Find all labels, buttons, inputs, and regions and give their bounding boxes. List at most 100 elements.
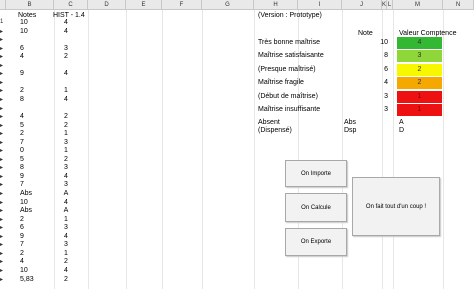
- cell-note[interactable]: 0: [20, 147, 50, 154]
- cell-hist[interactable]: 2: [58, 258, 74, 265]
- row-marker[interactable]: ▸: [0, 147, 6, 154]
- cell-note[interactable]: 2: [20, 250, 50, 257]
- version-label[interactable]: (Version : Prototype): [258, 12, 322, 19]
- special-absent-label[interactable]: Absent: [258, 119, 280, 126]
- cell-hist[interactable]: 1: [58, 250, 74, 257]
- row-marker[interactable]: ▸: [0, 164, 6, 171]
- cell-note[interactable]: 8: [20, 164, 50, 171]
- col-header-e[interactable]: E: [126, 0, 162, 10]
- row-marker[interactable]: ▸: [0, 105, 6, 112]
- cell-hist[interactable]: 2: [58, 113, 74, 120]
- special-absent-value[interactable]: A: [399, 119, 404, 126]
- cell-note[interactable]: 8: [20, 96, 50, 103]
- level-valeur[interactable]: 1: [397, 91, 442, 103]
- cell-note[interactable]: 10: [20, 199, 50, 206]
- cell-hist[interactable]: 3: [58, 241, 74, 248]
- row-marker[interactable]: ▸: [0, 207, 6, 214]
- level-label[interactable]: Maîtrise insuffisante: [258, 106, 320, 113]
- row-marker[interactable]: ▸: [0, 139, 6, 146]
- row-marker[interactable]: ▸: [0, 70, 6, 77]
- cell-note[interactable]: 2: [20, 130, 50, 137]
- level-note[interactable]: 6: [372, 66, 388, 73]
- cell-note[interactable]: 6: [20, 224, 50, 231]
- cell-hist[interactable]: 4: [58, 96, 74, 103]
- calculate-button[interactable]: On Calcule: [285, 193, 347, 222]
- cell-hist[interactable]: 4: [58, 199, 74, 206]
- cell-hist[interactable]: 3: [58, 224, 74, 231]
- cell-hist[interactable]: 4: [58, 267, 74, 274]
- cell-hist[interactable]: 4: [58, 28, 74, 35]
- note-header[interactable]: Note: [358, 30, 373, 37]
- cell-hist[interactable]: 3: [58, 164, 74, 171]
- cell-hist[interactable]: 2: [58, 276, 74, 283]
- col-header-j[interactable]: J: [342, 0, 382, 10]
- cell-hist[interactable]: A: [58, 207, 74, 214]
- row-marker[interactable]: ▸: [0, 96, 6, 103]
- cell-note[interactable]: 5: [20, 156, 50, 163]
- row-marker[interactable]: ▸: [0, 130, 6, 137]
- col-header-c[interactable]: C: [54, 0, 88, 10]
- special-dispense-value[interactable]: D: [399, 127, 404, 134]
- cell-hist[interactable]: 4: [58, 70, 74, 77]
- col-header-m[interactable]: M: [393, 0, 443, 10]
- row-marker[interactable]: ▸: [0, 87, 6, 94]
- row-marker[interactable]: ▸: [0, 233, 6, 240]
- cell-hist[interactable]: 4: [58, 173, 74, 180]
- special-dispense-code[interactable]: Dsp: [344, 127, 356, 134]
- hist-header[interactable]: HIST - 1.4: [53, 12, 85, 19]
- cell-note[interactable]: 9: [20, 233, 50, 240]
- col-header-n[interactable]: N: [443, 0, 474, 10]
- cell-hist[interactable]: 3: [58, 45, 74, 52]
- level-valeur[interactable]: 1: [397, 104, 442, 116]
- cell-hist[interactable]: 3: [58, 139, 74, 146]
- row-marker[interactable]: ▸: [0, 276, 6, 283]
- special-absent-code[interactable]: Abs: [344, 119, 356, 126]
- cell-note[interactable]: 6: [20, 45, 50, 52]
- export-button[interactable]: On Exporte: [285, 228, 347, 256]
- row-marker[interactable]: ▸: [0, 45, 6, 52]
- level-valeur[interactable]: 4: [397, 37, 442, 49]
- cell-hist[interactable]: 1: [58, 147, 74, 154]
- row-marker[interactable]: ▸: [0, 79, 6, 86]
- level-valeur[interactable]: 2: [397, 77, 442, 89]
- cell-note[interactable]: 5,83: [20, 276, 50, 283]
- cell-note[interactable]: 2: [20, 216, 50, 223]
- cell-note[interactable]: 5: [20, 122, 50, 129]
- cell-note[interactable]: 7: [20, 241, 50, 248]
- level-label[interactable]: Maîtrise fragile: [258, 79, 304, 86]
- cell-note[interactable]: 7: [20, 139, 50, 146]
- row-marker[interactable]: ▸: [0, 62, 6, 69]
- cell-hist[interactable]: 4: [58, 19, 74, 26]
- import-button[interactable]: On Importe: [285, 160, 347, 187]
- col-header-b[interactable]: B: [6, 0, 54, 10]
- row-marker[interactable]: ▸: [0, 241, 6, 248]
- cell-hist[interactable]: 2: [58, 122, 74, 129]
- row-marker[interactable]: ▸: [0, 267, 6, 274]
- level-label[interactable]: (Presque maîtrisé): [258, 66, 316, 73]
- cell-note[interactable]: 2: [20, 87, 50, 94]
- level-valeur[interactable]: 2: [397, 64, 442, 76]
- row-marker[interactable]: ▸: [0, 173, 6, 180]
- cell-note[interactable]: 10: [20, 19, 50, 26]
- cell-hist[interactable]: 3: [58, 181, 74, 188]
- level-valeur[interactable]: 3: [397, 50, 442, 62]
- row-marker[interactable]: ▸: [0, 250, 6, 257]
- row-marker[interactable]: ▸: [0, 53, 6, 60]
- cell-note[interactable]: Abs: [20, 190, 50, 197]
- col-header-d[interactable]: D: [88, 0, 126, 10]
- row-marker[interactable]: ▸: [0, 36, 6, 43]
- row-marker[interactable]: ▸: [0, 190, 6, 197]
- row-marker[interactable]: ▸: [0, 181, 6, 188]
- col-header-h[interactable]: H: [254, 0, 298, 10]
- do-all-button[interactable]: On fait tout d'un coup !: [352, 177, 440, 236]
- col-header-i[interactable]: I: [298, 0, 342, 10]
- valeur-header[interactable]: Valeur Comptence: [399, 30, 456, 37]
- level-label[interactable]: (Début de maîtrise): [258, 93, 318, 100]
- cell-note[interactable]: 4: [20, 53, 50, 60]
- row-marker[interactable]: ▸: [0, 258, 6, 265]
- level-note[interactable]: 3: [372, 106, 388, 113]
- cell-hist[interactable]: 4: [58, 233, 74, 240]
- special-dispense-label[interactable]: (Dispensé): [258, 127, 292, 134]
- col-header-g[interactable]: G: [202, 0, 254, 10]
- row-marker[interactable]: ▸: [0, 122, 6, 129]
